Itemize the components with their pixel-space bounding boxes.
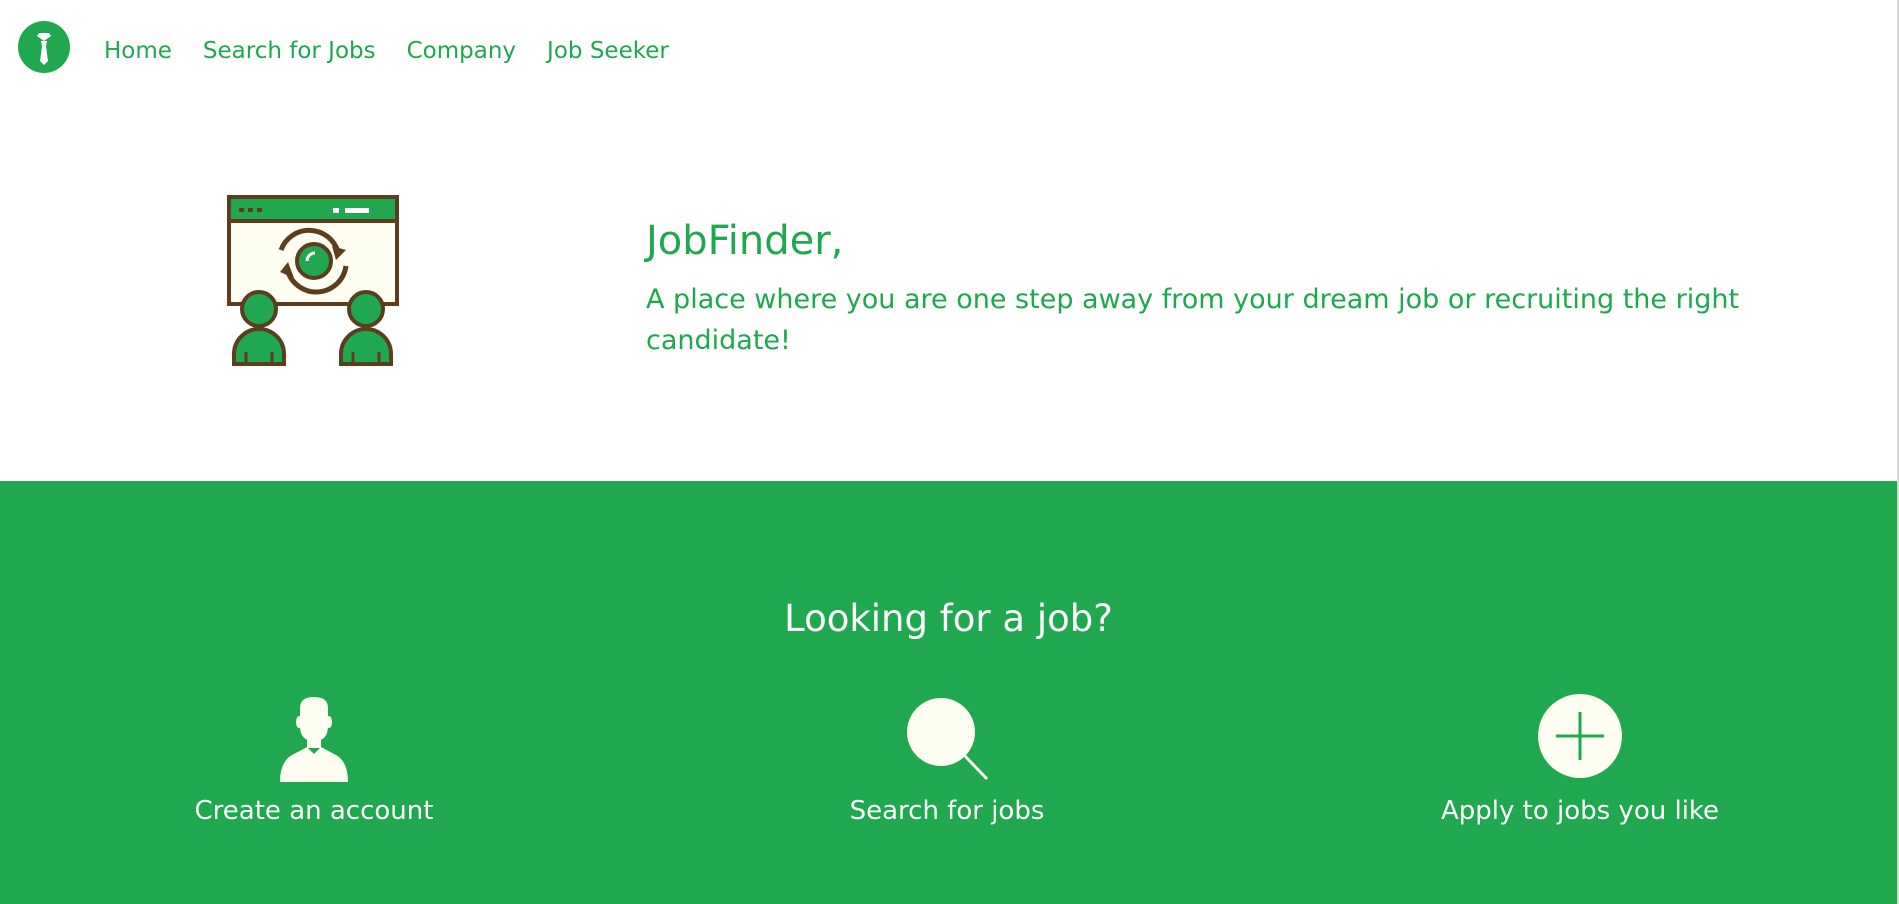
nav-link-search-for-jobs[interactable]: Search for Jobs <box>203 36 376 66</box>
user-icon <box>280 697 348 782</box>
necktie-icon <box>37 33 51 65</box>
step-create-account: Create an account <box>104 694 524 828</box>
step-search-jobs: Search for jobs <box>737 694 1157 828</box>
steps-heading: Looking for a job? <box>784 597 1113 640</box>
hero-title: JobFinder, <box>646 218 844 264</box>
navbar: Home Search for Jobs Company Job Seeker <box>0 0 1897 96</box>
nav-link-home[interactable]: Home <box>104 36 172 66</box>
nav-link-company[interactable]: Company <box>407 36 516 66</box>
hero-subtitle: A place where you are one step away from… <box>646 284 1740 356</box>
step-label: Search for jobs <box>849 796 1045 826</box>
logo-link[interactable] <box>18 21 70 73</box>
nav-link-job-seeker[interactable]: Job Seeker <box>547 36 669 66</box>
step-label: Apply to jobs you like <box>1440 796 1720 826</box>
recruitment-screen-icon <box>227 195 399 366</box>
step-label: Create an account <box>194 796 434 826</box>
page: Home Search for Jobs Company Job Seeker <box>0 0 1899 904</box>
step-apply-jobs: Apply to jobs you like <box>1370 694 1790 828</box>
nav-links: Home Search for Jobs Company Job Seeker <box>104 36 669 66</box>
plus-circle-icon <box>1538 694 1622 778</box>
steps-section: Looking for a job? Create an account Sea… <box>0 481 1897 904</box>
magnifier-icon <box>907 698 989 781</box>
